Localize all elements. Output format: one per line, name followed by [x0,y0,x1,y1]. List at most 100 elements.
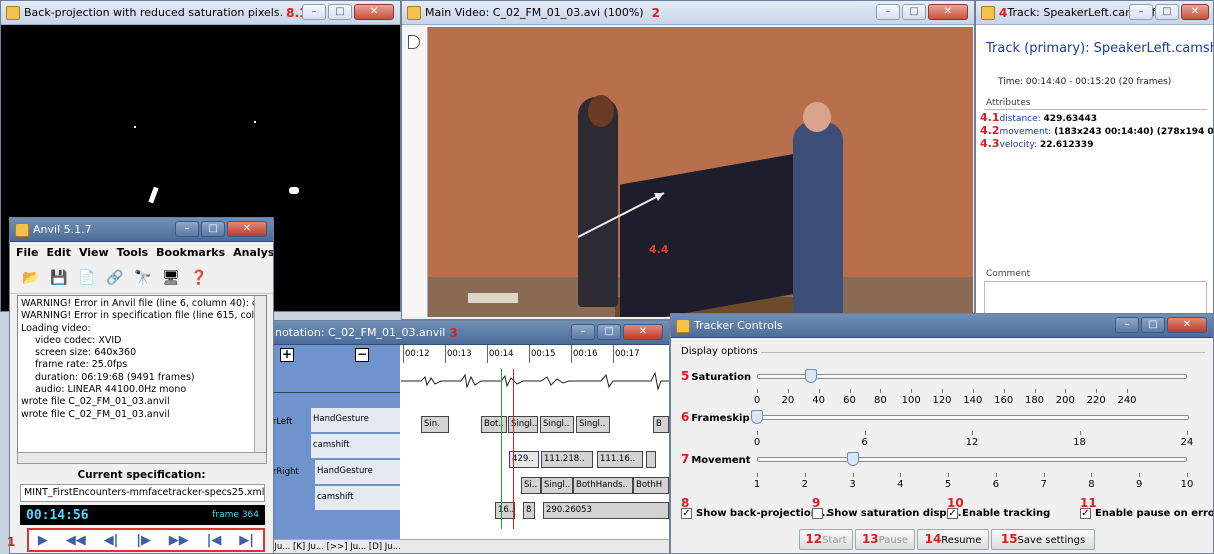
track-label[interactable]: camshift [311,434,400,458]
track-titlebar[interactable]: 4 Track: SpeakerLeft.camshift – □ ✕ [976,1,1213,25]
menu-edit[interactable]: Edit [47,246,71,259]
zoom-in-button[interactable]: + [280,348,294,362]
anvil-titlebar[interactable]: Anvil 5.1.7 – □ ✕ [10,218,273,242]
annotation-cell[interactable]: 111.16.. [597,451,643,468]
annotation-cell[interactable]: Singl.. [541,477,573,494]
minimize-button[interactable]: – [876,4,900,20]
slider-tick-label: 80 [873,395,887,406]
menu-tools[interactable]: Tools [117,246,148,259]
pause-button[interactable]: 13Pause [855,529,915,550]
minimize-button[interactable]: – [571,324,595,340]
track-label[interactable]: camshift [315,486,400,510]
annotation-cell[interactable]: Sin. [421,416,449,433]
maximize-button[interactable]: □ [1141,317,1165,333]
annotation-titlebar[interactable]: nnotation: C_02_FM_01_03.anvil 3 – □ ✕ [263,321,669,345]
log-line: wrote file C_02_FM_01_03.anvil [21,396,170,408]
start-button[interactable]: 12Start [799,529,853,550]
slider-tick-mark [1091,473,1093,477]
minimize-button[interactable]: – [1115,317,1139,333]
track-label[interactable]: HandGesture [315,460,400,484]
bottom-tab-bar[interactable]: [] Ju... [K] Ju... [>>] Ju... [D] Ju... [263,539,669,553]
saturation-thumb[interactable] [804,369,817,383]
skip-start-icon[interactable]: |◀ [207,533,222,548]
help-icon[interactable]: ❓ [188,267,210,289]
annotation-cell[interactable]: Si.. [521,477,541,494]
maximize-button[interactable]: □ [1155,4,1179,20]
frameskip-thumb[interactable] [751,410,763,424]
show-backprojection-checkbox[interactable]: ✓ Show back-projection... [681,508,829,519]
track-label[interactable]: HandGesture [311,408,400,432]
annotation-cell[interactable]: 290.26053 [543,502,669,519]
skip-end-icon[interactable]: ▶| [239,533,254,548]
timeline[interactable]: 00:12 00:13 00:14 00:15 00:16 00:17 Sin.… [401,345,669,541]
checkbox-box[interactable] [812,508,823,519]
slider-tick-label: 4 [897,479,904,490]
maximize-button[interactable]: □ [902,4,926,20]
step-back-icon[interactable]: ◀| [104,533,119,548]
maximize-button[interactable]: □ [597,324,621,340]
play-arrow-icon[interactable] [408,35,420,49]
playhead-red[interactable] [513,369,514,529]
resume-button[interactable]: 14Resume [917,529,989,550]
annotation-cell[interactable] [646,451,656,468]
maximize-button[interactable]: □ [201,221,225,237]
close-button[interactable]: ✕ [354,4,394,20]
log-line: video codec: XVID [35,334,122,346]
step-forward-icon[interactable]: |▶ [136,533,151,548]
zoom-out-button[interactable]: − [355,348,369,362]
checkbox-box[interactable]: ✓ [1080,508,1091,519]
menu-view[interactable]: View [79,246,109,259]
menu-analysis[interactable]: Analysis [233,246,273,259]
close-button[interactable]: ✕ [623,324,663,340]
movement-thumb[interactable] [846,452,859,466]
log-panel[interactable]: WARNING! Error in Anvil file (line 6, co… [17,295,267,453]
frameskip-slider[interactable] [753,415,1189,420]
log-scrollbar[interactable] [254,296,266,452]
save-settings-button[interactable]: 15Save settings [991,529,1095,550]
annotation-cell[interactable]: BothH [633,477,669,494]
playhead-green[interactable] [501,369,502,529]
minimize-button[interactable]: – [302,4,326,20]
horizontal-scrollbar[interactable] [17,452,267,464]
menu-file[interactable]: File [16,246,39,259]
minimize-button[interactable]: – [175,221,199,237]
rewind-icon[interactable]: ◀◀ [66,533,86,548]
link-icon[interactable]: 🔗 [104,267,126,289]
show-saturation-checkbox[interactable]: Show saturation displ... [812,508,961,519]
movement-slider[interactable] [757,457,1187,462]
pause-on-error-checkbox[interactable]: ✓ Enable pause on error [1080,508,1213,519]
play-icon[interactable]: ▶ [38,533,48,548]
close-button[interactable]: ✕ [227,221,267,237]
tracker-titlebar[interactable]: Tracker Controls – □ ✕ [671,314,1213,338]
annotation-cell[interactable]: B [653,416,669,433]
slider-tick-mark [864,431,866,435]
close-button[interactable]: ✕ [1167,317,1207,333]
annotation-cell[interactable]: 111.218.. [541,451,593,468]
video-frame[interactable]: 4.4 [428,27,973,317]
maximize-button[interactable]: □ [328,4,352,20]
save-icon[interactable]: 💾 [48,267,70,289]
saturation-slider[interactable] [757,374,1187,379]
annotation-cell[interactable]: 16.. [495,502,515,519]
checkbox-box[interactable]: ✓ [947,508,958,519]
minimize-button[interactable]: – [1129,4,1153,20]
annotation-cell[interactable]: Singl.. [576,416,610,433]
monitor-icon[interactable]: 🖥 [160,267,182,289]
spec-name-field[interactable]: MINT_FirstEncounters-mmfacetracker-specs… [20,484,265,502]
backprojection-titlebar[interactable]: Back-projection with reduced saturation … [1,1,400,25]
binoculars-icon[interactable]: 🔭 [132,267,154,289]
checkbox-box[interactable]: ✓ [681,508,692,519]
close-button[interactable]: ✕ [1181,4,1209,20]
annotation-cell[interactable]: Singl.. [540,416,574,433]
close-button[interactable]: ✕ [928,4,968,20]
attributes-label: Attributes [986,98,1031,108]
main-video-titlebar[interactable]: Main Video: C_02_FM_01_03.avi (100%) 2 –… [402,1,974,25]
annotation-cell[interactable]: 8 [523,502,535,519]
enable-tracking-checkbox[interactable]: ✓ Enable tracking [947,508,1050,519]
annotation-cell[interactable]: Bot.. [481,416,507,433]
menu-bookmarks[interactable]: Bookmarks [156,246,225,259]
open-folder-icon[interactable]: 📂 [20,267,42,289]
annotation-cell[interactable]: BothHands.. [573,477,633,494]
new-document-icon[interactable]: 📄 [76,267,98,289]
fast-forward-icon[interactable]: ▶▶ [169,533,189,548]
